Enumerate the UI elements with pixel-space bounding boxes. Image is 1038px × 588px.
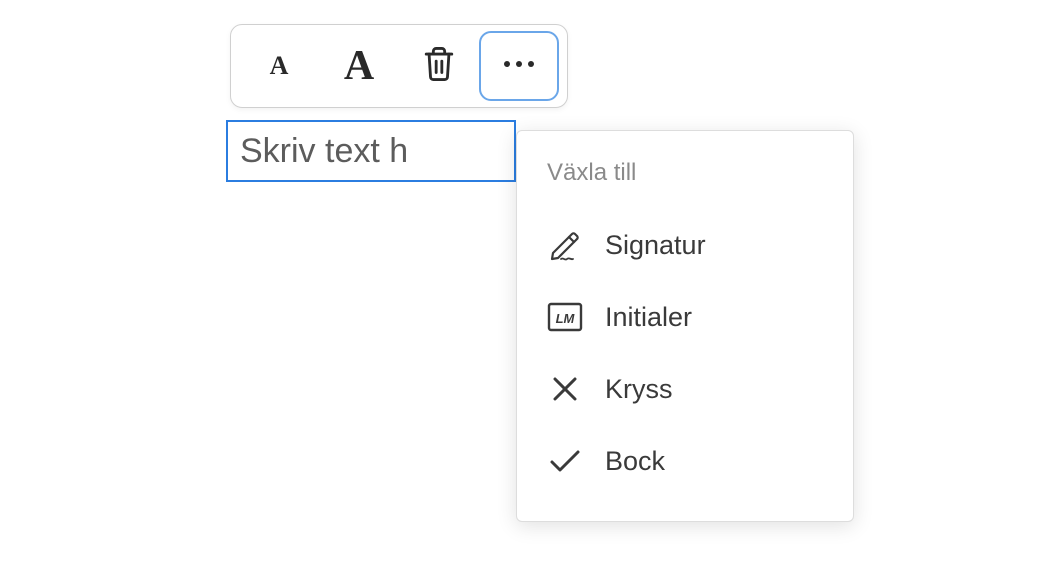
check-icon	[547, 443, 583, 479]
menu-item-label: Signatur	[605, 230, 706, 261]
initials-icon: LM	[547, 299, 583, 335]
menu-item-initials[interactable]: LM Initialer	[517, 281, 853, 353]
menu-item-cross[interactable]: Kryss	[517, 353, 853, 425]
menu-item-label: Kryss	[605, 374, 673, 405]
menu-item-label: Initialer	[605, 302, 692, 333]
large-a-icon: A	[344, 42, 374, 90]
trash-icon	[422, 45, 456, 88]
menu-item-label: Bock	[605, 446, 665, 477]
menu-header: Växla till	[517, 151, 853, 209]
ellipsis-icon	[499, 57, 539, 75]
increase-text-size-button[interactable]: A	[319, 31, 399, 101]
signature-icon	[547, 227, 583, 263]
small-a-icon: A	[270, 51, 289, 81]
text-toolbar: A A	[230, 24, 568, 108]
switch-to-menu: Växla till Signatur LM Initialer Kry	[516, 130, 854, 522]
decrease-text-size-button[interactable]: A	[239, 31, 319, 101]
menu-item-check[interactable]: Bock	[517, 425, 853, 497]
text-input-placeholder: Skriv text h	[240, 132, 408, 171]
more-options-button[interactable]	[479, 31, 559, 101]
svg-text:LM: LM	[556, 311, 576, 326]
cross-icon	[547, 371, 583, 407]
menu-item-signature[interactable]: Signatur	[517, 209, 853, 281]
delete-button[interactable]	[399, 31, 479, 101]
text-input-field[interactable]: Skriv text h	[226, 120, 516, 182]
